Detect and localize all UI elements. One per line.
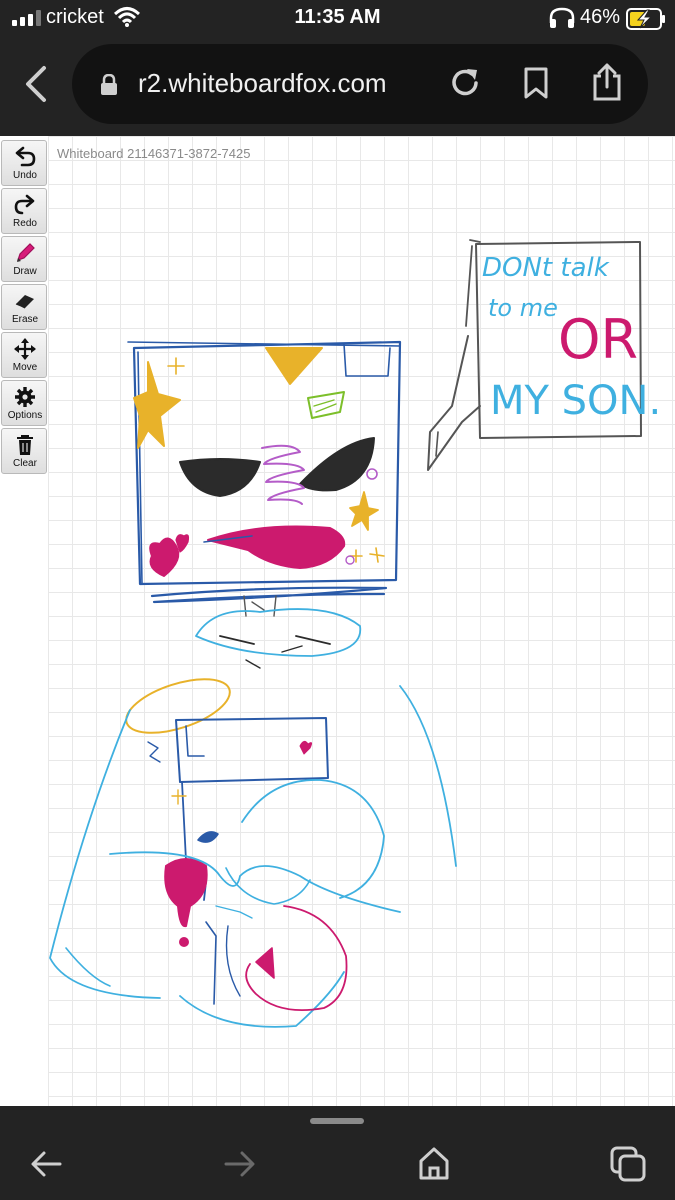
erase-label: Erase	[11, 314, 39, 325]
gear-icon	[15, 387, 35, 407]
browser-header: r2.whiteboardfox.com	[0, 36, 675, 136]
tab-bar-handle[interactable]	[310, 1118, 364, 1124]
eraser-icon	[15, 295, 34, 309]
redo-label: Redo	[13, 218, 37, 229]
browser-bottom-bar	[0, 1106, 675, 1200]
undo-label: Undo	[13, 170, 37, 181]
clear-button[interactable]: Clear	[1, 428, 47, 474]
clear-label: Clear	[13, 458, 37, 469]
pencil-icon	[17, 243, 35, 262]
bubble-text-line1: DONt talk	[482, 253, 610, 283]
figure-body-drawing	[49, 608, 457, 1028]
bubble-text-line2: to me	[488, 294, 558, 322]
redo-button[interactable]: Redo	[1, 188, 47, 234]
undo-button[interactable]: Undo	[1, 140, 47, 186]
drawing-layer[interactable]: DONt talk to me OR MY SON.	[0, 136, 675, 1106]
options-button[interactable]: Options	[1, 380, 47, 426]
tool-palette: Undo Redo Draw Erase Move Options Clear	[0, 140, 48, 474]
battery-percent: 46%	[580, 6, 621, 28]
bookmark-button[interactable]	[522, 66, 550, 100]
url-text[interactable]: r2.whiteboardfox.com	[138, 68, 387, 99]
erase-button[interactable]: Erase	[1, 284, 47, 330]
bubble-text-line4: MY SON.	[490, 378, 661, 424]
status-bar: cricket 11:35 AM 46%	[0, 0, 675, 36]
url-bar[interactable]: r2.whiteboardfox.com	[72, 44, 648, 124]
bubble-text-line3: OR	[558, 308, 638, 371]
move-button[interactable]: Move	[1, 332, 47, 378]
tabs-button[interactable]	[610, 1146, 646, 1182]
signal-icon	[12, 10, 41, 26]
headphones-icon	[549, 7, 575, 28]
home-button[interactable]	[418, 1146, 450, 1180]
share-button[interactable]	[590, 62, 624, 102]
trash-icon	[17, 435, 33, 455]
carrier-name: cricket	[46, 6, 104, 28]
draw-button[interactable]: Draw	[1, 236, 47, 282]
whiteboard-page: Whiteboard 21146371-3872-7425 DONt talk …	[0, 136, 675, 1106]
options-label: Options	[7, 410, 43, 421]
battery-charging-icon	[626, 8, 665, 30]
move-arrows-icon	[14, 338, 36, 360]
nav-forward-button[interactable]	[224, 1150, 256, 1178]
back-button[interactable]	[20, 64, 56, 104]
reload-button[interactable]	[448, 66, 482, 100]
undo-icon	[15, 146, 36, 167]
lock-icon	[101, 74, 117, 95]
move-label: Move	[12, 362, 38, 373]
wifi-icon	[114, 7, 140, 27]
nav-back-button[interactable]	[30, 1150, 62, 1178]
draw-label: Draw	[13, 266, 37, 277]
monitor-head-drawing	[127, 340, 402, 617]
redo-icon	[14, 194, 35, 215]
